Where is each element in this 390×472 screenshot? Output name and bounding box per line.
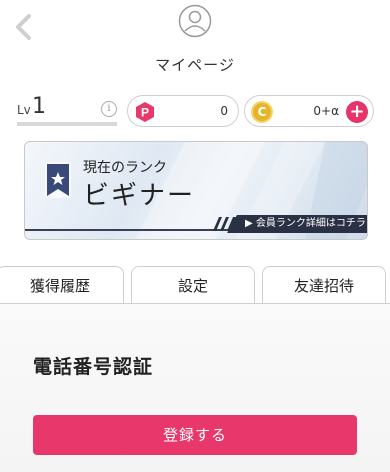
rank-name: ビギナー xyxy=(83,181,196,211)
point-icon: P xyxy=(136,102,154,122)
rank-ribbon-icon xyxy=(45,162,71,198)
tab-history[interactable]: 獲得履歴 xyxy=(0,266,124,304)
page-title: マイページ xyxy=(155,56,235,74)
coin-balance[interactable]: C 0+α + xyxy=(244,95,374,127)
settings-panel: 電話番号認証 登録する xyxy=(0,304,390,472)
rank-detail-link[interactable]: ▶ 会員ランク詳細はコチラ xyxy=(227,215,367,233)
svg-text:P: P xyxy=(141,106,149,120)
level-prefix: Lv xyxy=(17,103,31,117)
back-chevron-icon[interactable] xyxy=(12,12,36,42)
rank-subtitle: 現在のランク xyxy=(83,160,167,176)
tab-settings[interactable]: 設定 xyxy=(131,266,255,304)
info-icon[interactable]: i xyxy=(101,101,117,117)
point-balance[interactable]: P 0 xyxy=(127,95,239,127)
coin-value: 0+α xyxy=(313,104,339,118)
tab-invite[interactable]: 友達招待 xyxy=(262,266,386,304)
level-value: 1 xyxy=(32,94,46,119)
register-button[interactable]: 登録する xyxy=(33,415,357,455)
tab-bar: 獲得履歴 設定 友達招待 xyxy=(0,266,390,304)
rank-card[interactable]: 現在のランク ビギナー ▶ 会員ランク詳細はコチラ xyxy=(24,141,368,240)
level-progress-bar xyxy=(17,122,117,126)
point-value: 0 xyxy=(220,104,228,118)
add-coin-button[interactable]: + xyxy=(346,101,368,123)
section-title: 電話番号認証 xyxy=(33,356,154,378)
coin-icon: C xyxy=(251,101,273,123)
user-avatar-icon xyxy=(178,4,212,38)
